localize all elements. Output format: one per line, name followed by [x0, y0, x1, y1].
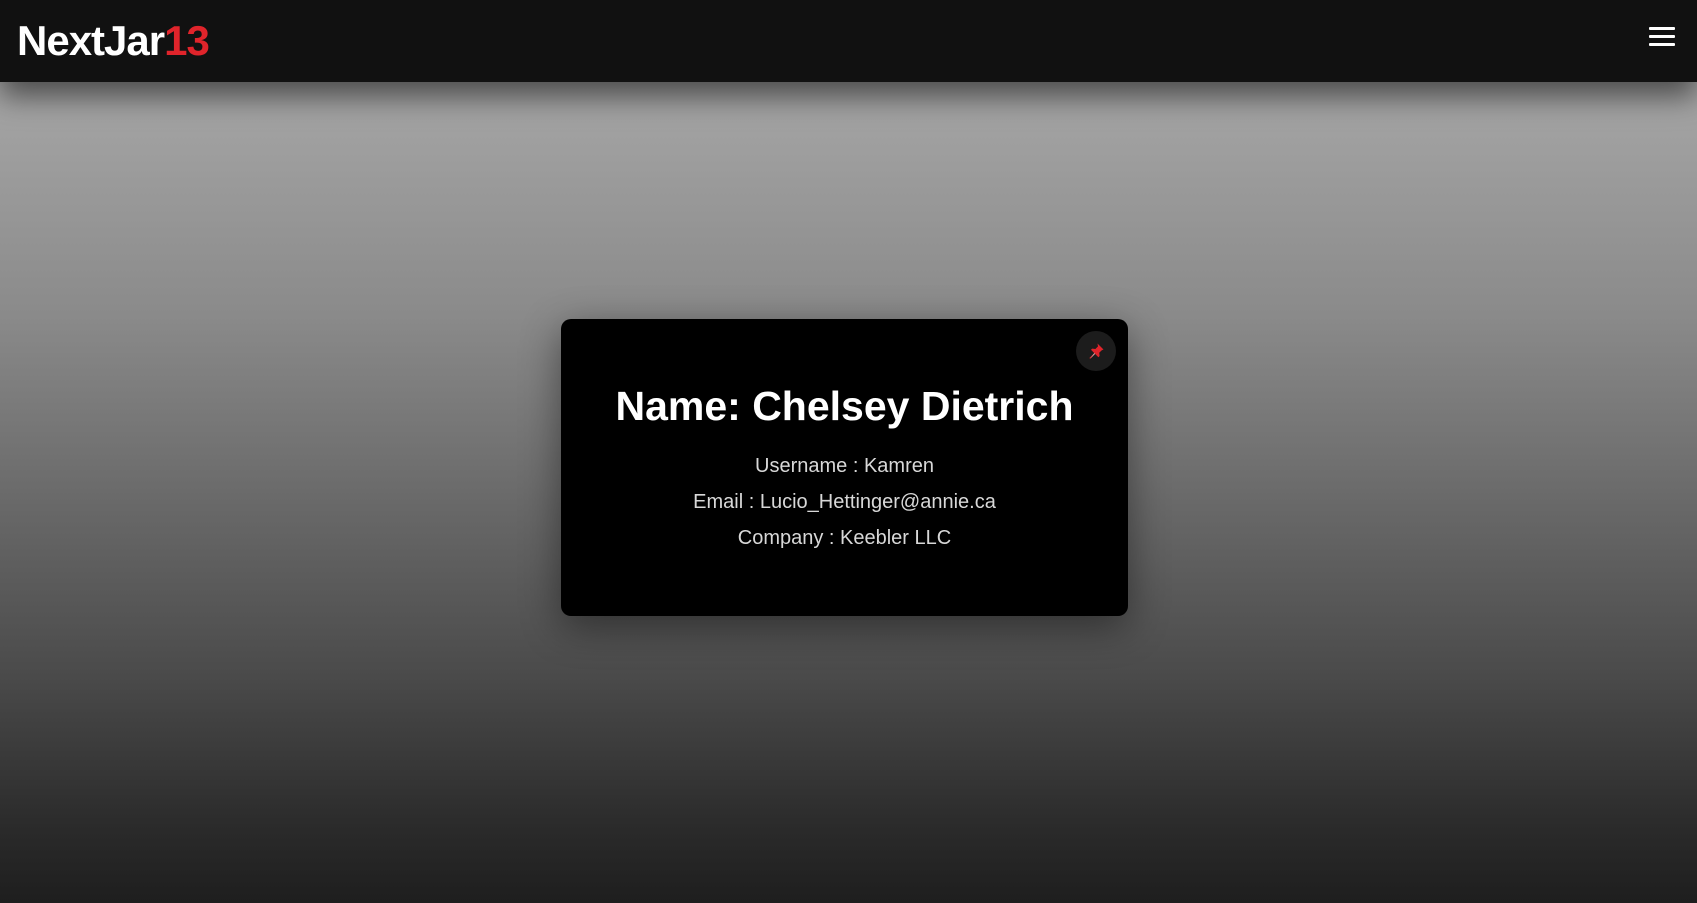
user-name-heading: Name: Chelsey Dietrich — [615, 383, 1074, 429]
brand-text: NextJar — [17, 17, 165, 64]
brand-logo[interactable]: NextJar13 — [17, 16, 210, 66]
pin-button[interactable] — [1076, 331, 1116, 371]
pin-icon — [1089, 343, 1104, 359]
email-text: Email : Lucio_Hettinger@annie.ca — [693, 491, 996, 513]
username-text: Username : Kamren — [755, 455, 934, 477]
hamburger-menu-icon[interactable] — [1649, 24, 1675, 50]
company-text: Company : Keebler LLC — [737, 527, 952, 549]
user-card: Name: Chelsey Dietrich Username : Kamren… — [561, 319, 1128, 616]
brand-accent: 13 — [164, 17, 210, 64]
navbar: NextJar13 — [0, 0, 1697, 82]
